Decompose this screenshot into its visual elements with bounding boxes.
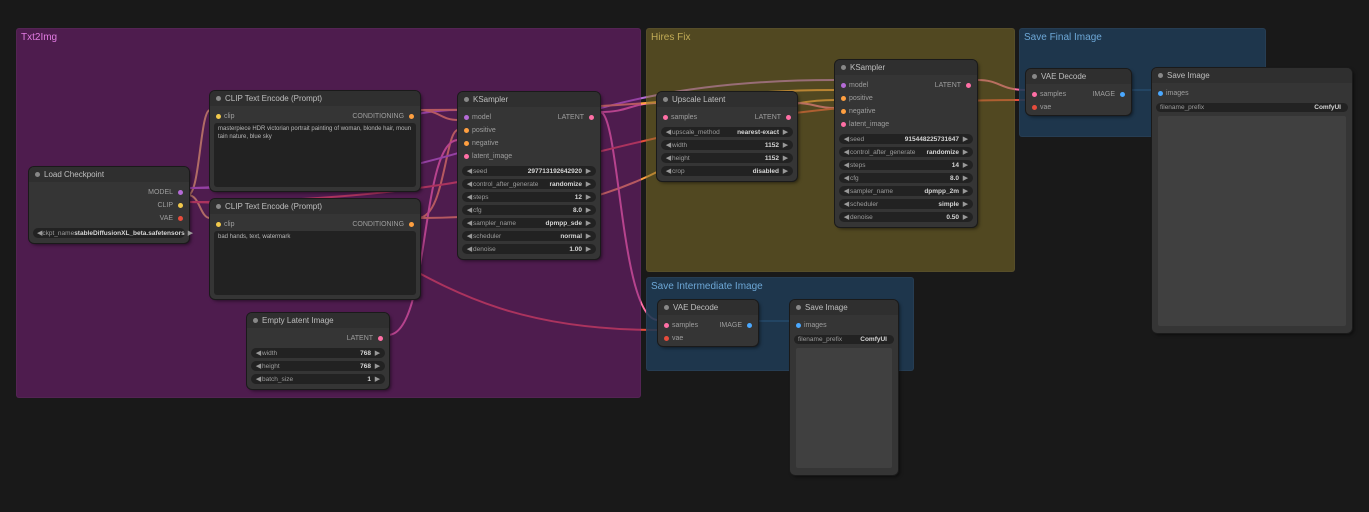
widget-sampler[interactable]: ◀sampler_namedpmpp_2m▶ bbox=[839, 186, 973, 196]
node-title: VAE Decode bbox=[673, 303, 718, 312]
node-header[interactable]: CLIP Text Encode (Prompt) bbox=[210, 91, 420, 106]
node-header[interactable]: Empty Latent Image bbox=[247, 313, 389, 328]
group-title: Save Intermediate Image bbox=[651, 281, 763, 292]
node-save-image-final[interactable]: Save Image images filename_prefix ComfyU… bbox=[1152, 68, 1352, 333]
node-title: Load Checkpoint bbox=[44, 170, 104, 179]
collapse-icon[interactable] bbox=[216, 204, 221, 209]
node-header[interactable]: Load Checkpoint bbox=[29, 167, 189, 182]
node-title: KSampler bbox=[850, 63, 885, 72]
node-header[interactable]: KSampler bbox=[835, 60, 977, 75]
widget-denoise[interactable]: ◀denoise1.00▶ bbox=[462, 244, 596, 254]
node-vae-decode-intermediate[interactable]: VAE Decode samplesIMAGE vae bbox=[658, 300, 758, 346]
node-upscale-latent[interactable]: Upscale Latent samplesLATENT ◀upscale_me… bbox=[657, 92, 797, 181]
widget-filename-prefix[interactable]: filename_prefix ComfyUI bbox=[1156, 103, 1348, 112]
collapse-icon[interactable] bbox=[663, 97, 668, 102]
node-save-image-intermediate[interactable]: Save Image images filename_prefix ComfyU… bbox=[790, 300, 898, 475]
widget-height[interactable]: ◀height768▶ bbox=[251, 361, 385, 371]
widget-seed[interactable]: ◀seed297713192642920▶ bbox=[462, 166, 596, 176]
collapse-icon[interactable] bbox=[464, 97, 469, 102]
widget-cfg[interactable]: ◀cfg8.0▶ bbox=[839, 173, 973, 183]
group-title: Save Final Image bbox=[1024, 32, 1102, 43]
widget-control[interactable]: ◀control_after_generaterandomize▶ bbox=[839, 147, 973, 157]
node-ksampler-2[interactable]: KSampler modelLATENT positive negative l… bbox=[835, 60, 977, 227]
node-load-checkpoint[interactable]: Load Checkpoint MODEL CLIP VAE ◀ ckpt_na… bbox=[29, 167, 189, 243]
node-header[interactable]: VAE Decode bbox=[1026, 69, 1131, 84]
widget-scheduler[interactable]: ◀schedulernormal▶ bbox=[462, 231, 596, 241]
widget-control[interactable]: ◀control_after_generaterandomize▶ bbox=[462, 179, 596, 189]
widget-batch[interactable]: ◀batch_size1▶ bbox=[251, 374, 385, 384]
node-ksampler-1[interactable]: KSampler modelLATENT positive negative l… bbox=[458, 92, 600, 259]
image-preview bbox=[796, 348, 892, 468]
widget-denoise[interactable]: ◀denoise0.50▶ bbox=[839, 212, 973, 222]
node-title: Upscale Latent bbox=[672, 95, 725, 104]
collapse-icon[interactable] bbox=[796, 305, 801, 310]
node-header[interactable]: CLIP Text Encode (Prompt) bbox=[210, 199, 420, 214]
widget-scheduler[interactable]: ◀schedulersimple▶ bbox=[839, 199, 973, 209]
widget-sampler[interactable]: ◀sampler_namedpmpp_sde▶ bbox=[462, 218, 596, 228]
prompt-input[interactable]: masterpiece HDR victorian portrait paint… bbox=[214, 123, 416, 187]
image-preview bbox=[1158, 116, 1346, 326]
collapse-icon[interactable] bbox=[216, 96, 221, 101]
widget-filename-prefix[interactable]: filename_prefix ComfyUI bbox=[794, 335, 894, 344]
node-title: Save Image bbox=[805, 303, 848, 312]
widget-ckpt-name[interactable]: ◀ ckpt_name stableDiffusionXL_beta.safet… bbox=[33, 228, 185, 238]
prompt-input[interactable]: bad hands, text, watermark bbox=[214, 231, 416, 295]
collapse-icon[interactable] bbox=[253, 318, 258, 323]
node-empty-latent-image[interactable]: Empty Latent Image LATENT ◀width768▶ ◀he… bbox=[247, 313, 389, 389]
node-clip-text-encode-positive[interactable]: CLIP Text Encode (Prompt) clip CONDITION… bbox=[210, 91, 420, 191]
node-title: KSampler bbox=[473, 95, 508, 104]
collapse-icon[interactable] bbox=[1158, 73, 1163, 78]
widget-steps[interactable]: ◀steps14▶ bbox=[839, 160, 973, 170]
chevron-right-icon[interactable]: ▶ bbox=[188, 229, 193, 237]
node-clip-text-encode-negative[interactable]: CLIP Text Encode (Prompt) clip CONDITION… bbox=[210, 199, 420, 299]
widget-method[interactable]: ◀upscale_methodnearest-exact▶ bbox=[661, 127, 793, 137]
node-title: Save Image bbox=[1167, 71, 1210, 80]
widget-height[interactable]: ◀height1152▶ bbox=[661, 153, 793, 163]
node-title: CLIP Text Encode (Prompt) bbox=[225, 202, 322, 211]
node-header[interactable]: KSampler bbox=[458, 92, 600, 107]
widget-crop[interactable]: ◀cropdisabled▶ bbox=[661, 166, 793, 176]
collapse-icon[interactable] bbox=[664, 305, 669, 310]
node-title: CLIP Text Encode (Prompt) bbox=[225, 94, 322, 103]
node-title: VAE Decode bbox=[1041, 72, 1086, 81]
collapse-icon[interactable] bbox=[1032, 74, 1037, 79]
widget-steps[interactable]: ◀steps12▶ bbox=[462, 192, 596, 202]
widget-seed[interactable]: ◀seed915448225731647▶ bbox=[839, 134, 973, 144]
node-title: Empty Latent Image bbox=[262, 316, 334, 325]
node-header[interactable]: VAE Decode bbox=[658, 300, 758, 315]
node-header[interactable]: Save Image bbox=[1152, 68, 1352, 83]
collapse-icon[interactable] bbox=[841, 65, 846, 70]
group-title: Hires Fix bbox=[651, 32, 690, 43]
widget-width[interactable]: ◀width768▶ bbox=[251, 348, 385, 358]
node-vae-decode-final[interactable]: VAE Decode samplesIMAGE vae bbox=[1026, 69, 1131, 115]
group-title: Txt2Img bbox=[21, 32, 57, 43]
node-header[interactable]: Save Image bbox=[790, 300, 898, 315]
collapse-icon[interactable] bbox=[35, 172, 40, 177]
widget-cfg[interactable]: ◀cfg8.0▶ bbox=[462, 205, 596, 215]
widget-width[interactable]: ◀width1152▶ bbox=[661, 140, 793, 150]
node-header[interactable]: Upscale Latent bbox=[657, 92, 797, 107]
